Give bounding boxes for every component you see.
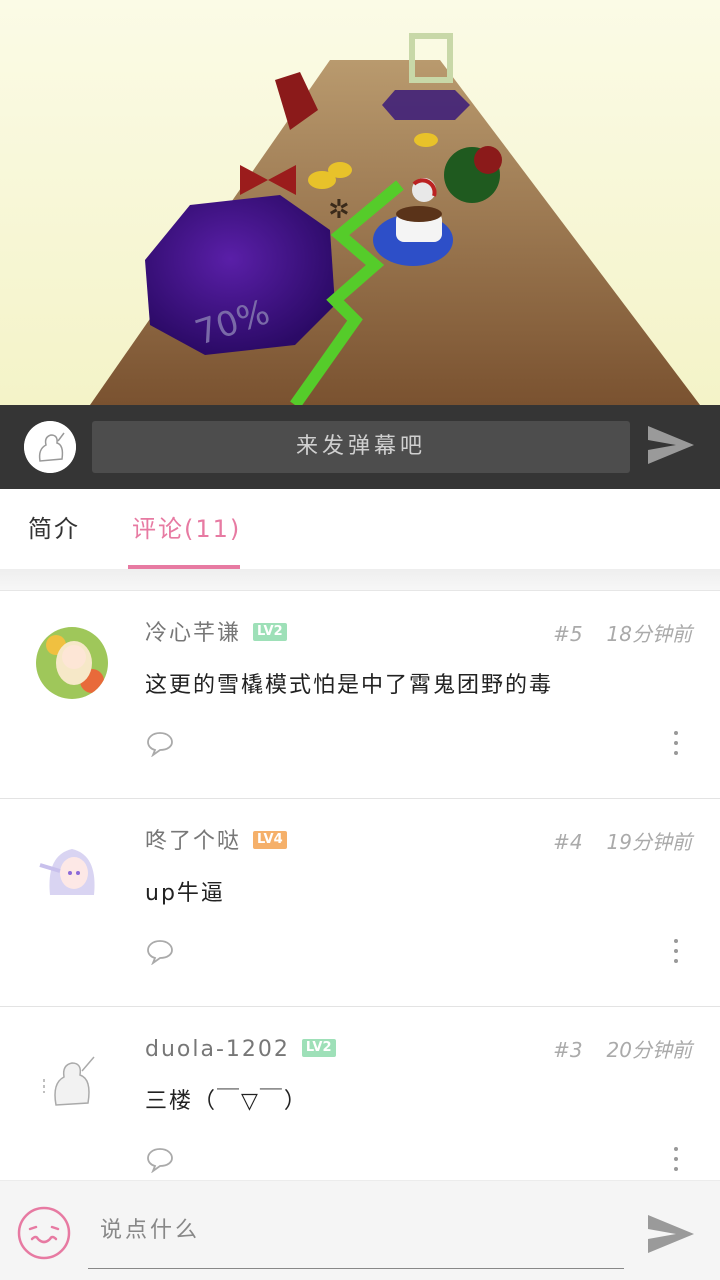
avatar-sketch-icon: [36, 1043, 108, 1115]
username-text[interactable]: duola-1202: [145, 1037, 290, 1062]
level-badge: LV2: [253, 623, 287, 641]
comment-time: 20分钟前: [606, 1038, 692, 1062]
send-icon[interactable]: [646, 1211, 696, 1257]
svg-text:✲: ✲: [328, 195, 350, 225]
comment-meta: #3 20分钟前: [553, 1033, 692, 1067]
comment-text: 三楼（￣▽￣）: [145, 1089, 308, 1114]
tab-bar: 简介 评论(11): [0, 489, 720, 569]
user-avatar[interactable]: [24, 421, 76, 473]
more-vertical-icon[interactable]: [666, 1145, 686, 1173]
video-frame: 70% ✲: [0, 0, 720, 405]
comment-item: 咚了个哒 LV4 #4 19分钟前 up牛逼: [0, 799, 720, 1007]
comment-time: 19分钟前: [606, 830, 692, 854]
send-icon[interactable]: [646, 422, 696, 468]
danmaku-input[interactable]: 来发弹幕吧: [92, 421, 630, 473]
commenter-avatar[interactable]: [36, 835, 108, 907]
floor-number: #5: [553, 622, 583, 646]
danmaku-bar: 来发弹幕吧: [0, 405, 720, 489]
floor-number: #4: [553, 830, 583, 854]
speech-bubble-icon[interactable]: [146, 731, 174, 757]
username-text[interactable]: 冷心芊谦: [145, 621, 241, 646]
commenter-name[interactable]: duola-1202 LV2: [145, 1033, 336, 1067]
username-text[interactable]: 咚了个哒: [145, 829, 241, 854]
section-divider: [0, 569, 720, 591]
speech-bubble-icon[interactable]: [146, 939, 174, 965]
floor-number: #3: [553, 1038, 583, 1062]
comment-text: 这更的雪橇模式怕是中了霄鬼团野的毒: [145, 673, 554, 698]
avatar-sketch-icon: [24, 421, 76, 473]
commenter-avatar[interactable]: [36, 627, 108, 699]
avatar-anime-girl-icon: [36, 627, 108, 699]
commenter-avatar[interactable]: [36, 1043, 108, 1115]
speech-bubble-icon[interactable]: [146, 1147, 174, 1173]
tab-intro[interactable]: 简介: [28, 489, 80, 569]
commenter-name[interactable]: 冷心芊谦 LV2: [145, 617, 287, 651]
avatar-anime-girl-icon: [36, 835, 108, 907]
commenter-name[interactable]: 咚了个哒 LV4: [145, 825, 287, 859]
comment-text: up牛逼: [145, 881, 225, 906]
comment-time: 18分钟前: [606, 622, 692, 646]
more-vertical-icon[interactable]: [666, 937, 686, 965]
level-badge: LV4: [253, 831, 287, 849]
tab-comments[interactable]: 评论(11): [132, 489, 241, 569]
emoji-face-icon[interactable]: [16, 1205, 72, 1261]
comment-input-bar: 说点什么: [0, 1180, 720, 1280]
level-badge: LV2: [301, 1039, 336, 1057]
video-player[interactable]: 70% ✲: [0, 0, 720, 405]
comment-meta: #5 18分钟前: [553, 617, 692, 651]
more-vertical-icon[interactable]: [666, 729, 686, 757]
comment-item: 冷心芊谦 LV2 #5 18分钟前 这更的雪橇模式怕是中了霄鬼团野的毒: [0, 591, 720, 799]
comment-meta: #4 19分钟前: [553, 825, 692, 859]
comment-input[interactable]: 说点什么: [88, 1203, 624, 1269]
